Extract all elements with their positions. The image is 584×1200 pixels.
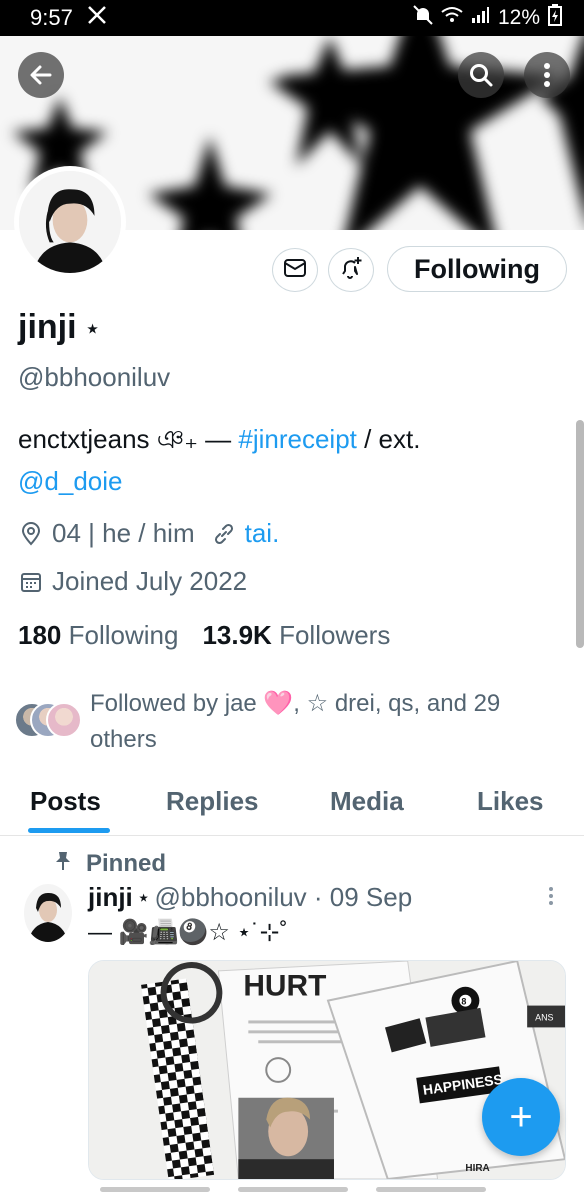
following-button[interactable]: Following — [387, 246, 567, 292]
more-vertical-icon — [548, 886, 554, 911]
following-count-label: Following — [68, 620, 179, 650]
profile-counts: 180 Following 13.9K Followers — [18, 620, 390, 651]
tab-media[interactable]: Media — [330, 786, 404, 817]
bio-hashtag-link[interactable]: #jinreceipt — [238, 424, 357, 454]
nav-handle[interactable] — [100, 1187, 210, 1192]
bio-text-suffix: / ext. — [356, 424, 421, 454]
link-icon — [211, 521, 237, 547]
post-menu-button[interactable] — [548, 886, 554, 912]
post-text: — 🎥📠🎱☆ ⋆˙⊹˚ — [88, 919, 288, 946]
bio-text: enctxtjeans ঞ₊ — — [18, 424, 239, 454]
search-icon — [468, 62, 494, 88]
profile-bio: enctxtjeans ঞ₊ — #jinreceipt / ext. @d_d… — [18, 418, 568, 502]
bell-plus-icon — [338, 255, 364, 286]
battery-charging-icon — [548, 4, 562, 32]
svg-text:HURT: HURT — [243, 970, 326, 1003]
calendar-icon — [18, 569, 44, 595]
avatar — [46, 702, 82, 738]
followers-count-link[interactable]: 13.9K Followers — [202, 620, 390, 651]
active-tab-indicator — [28, 828, 110, 833]
status-time: 9:57 — [30, 5, 73, 30]
post-author-suffix: ⭑ — [138, 887, 149, 907]
profile-tabs: Posts Replies Media Likes — [0, 770, 584, 836]
nav-handle[interactable] — [238, 1187, 348, 1192]
nav-handle[interactable] — [376, 1187, 486, 1192]
page-scrollbar[interactable] — [576, 420, 584, 648]
bio-mention-link[interactable]: @d_doie — [18, 466, 122, 496]
signal-icon — [470, 5, 490, 31]
search-button[interactable] — [458, 52, 504, 98]
envelope-icon — [283, 258, 307, 283]
following-count: 180 — [18, 620, 62, 650]
wifi-icon — [440, 5, 464, 31]
profile-website-link[interactable]: tai. — [245, 518, 280, 549]
battery-percent: 12% — [497, 6, 540, 29]
profile-avatar[interactable] — [14, 166, 126, 278]
profile-handle: @bbhooniluv — [18, 362, 171, 392]
mute-icon — [412, 4, 434, 32]
status-bar: 9:57 12% — [0, 0, 584, 36]
pinned-label-row: Pinned — [54, 850, 166, 878]
tab-likes[interactable]: Likes — [477, 786, 544, 817]
more-button[interactable] — [524, 52, 570, 98]
followed-by-text: Followed by jae 🩷, ☆ drei, qs, and 29 ot… — [90, 690, 501, 753]
svg-text:8: 8 — [461, 997, 466, 1007]
x-logo-icon — [87, 5, 107, 31]
message-button[interactable] — [272, 248, 318, 292]
compose-fab[interactable]: + — [482, 1078, 560, 1156]
profile-meta-joined: Joined July 2022 — [18, 566, 247, 597]
followed-by-avatars — [14, 702, 82, 742]
more-vertical-icon — [543, 62, 551, 88]
notifications-button[interactable] — [328, 248, 374, 292]
pinned-label: Pinned — [86, 850, 167, 877]
post-author-name[interactable]: jinji — [88, 882, 133, 913]
followers-count-label: Followers — [279, 620, 391, 650]
back-arrow-icon — [28, 62, 54, 88]
plus-icon: + — [509, 1094, 533, 1139]
profile-name-row: jinji ⭑ — [18, 308, 98, 347]
profile-meta-location: 04 | he / him tai. — [18, 518, 279, 549]
back-button[interactable] — [18, 52, 64, 98]
svg-text:HIRA: HIRA — [465, 1163, 489, 1174]
post-meta: @bbhooniluv · 09 Sep — [154, 882, 413, 912]
tab-posts[interactable]: Posts — [30, 786, 101, 817]
svg-text:ANS: ANS — [535, 1012, 553, 1022]
following-count-link[interactable]: 180 Following — [18, 620, 178, 651]
followers-count: 13.9K — [202, 620, 272, 650]
profile-joined: Joined July 2022 — [52, 566, 248, 596]
post-author-avatar[interactable] — [24, 884, 72, 942]
pin-icon — [54, 850, 72, 878]
profile-name: jinji — [18, 308, 77, 346]
location-pin-icon — [18, 521, 44, 547]
followed-by-row[interactable]: Followed by jae 🩷, ☆ drei, qs, and 29 ot… — [14, 686, 570, 758]
post-header: jinji ⭑ @bbhooniluv · 09 Sep — [88, 882, 412, 913]
post-image[interactable]: HURT 8 HAPPINESS ANS HIRA — [88, 960, 566, 1180]
name-suffix: ⭑ — [86, 314, 99, 340]
profile-location: 04 | he / him — [52, 518, 195, 548]
tab-replies[interactable]: Replies — [166, 786, 259, 817]
